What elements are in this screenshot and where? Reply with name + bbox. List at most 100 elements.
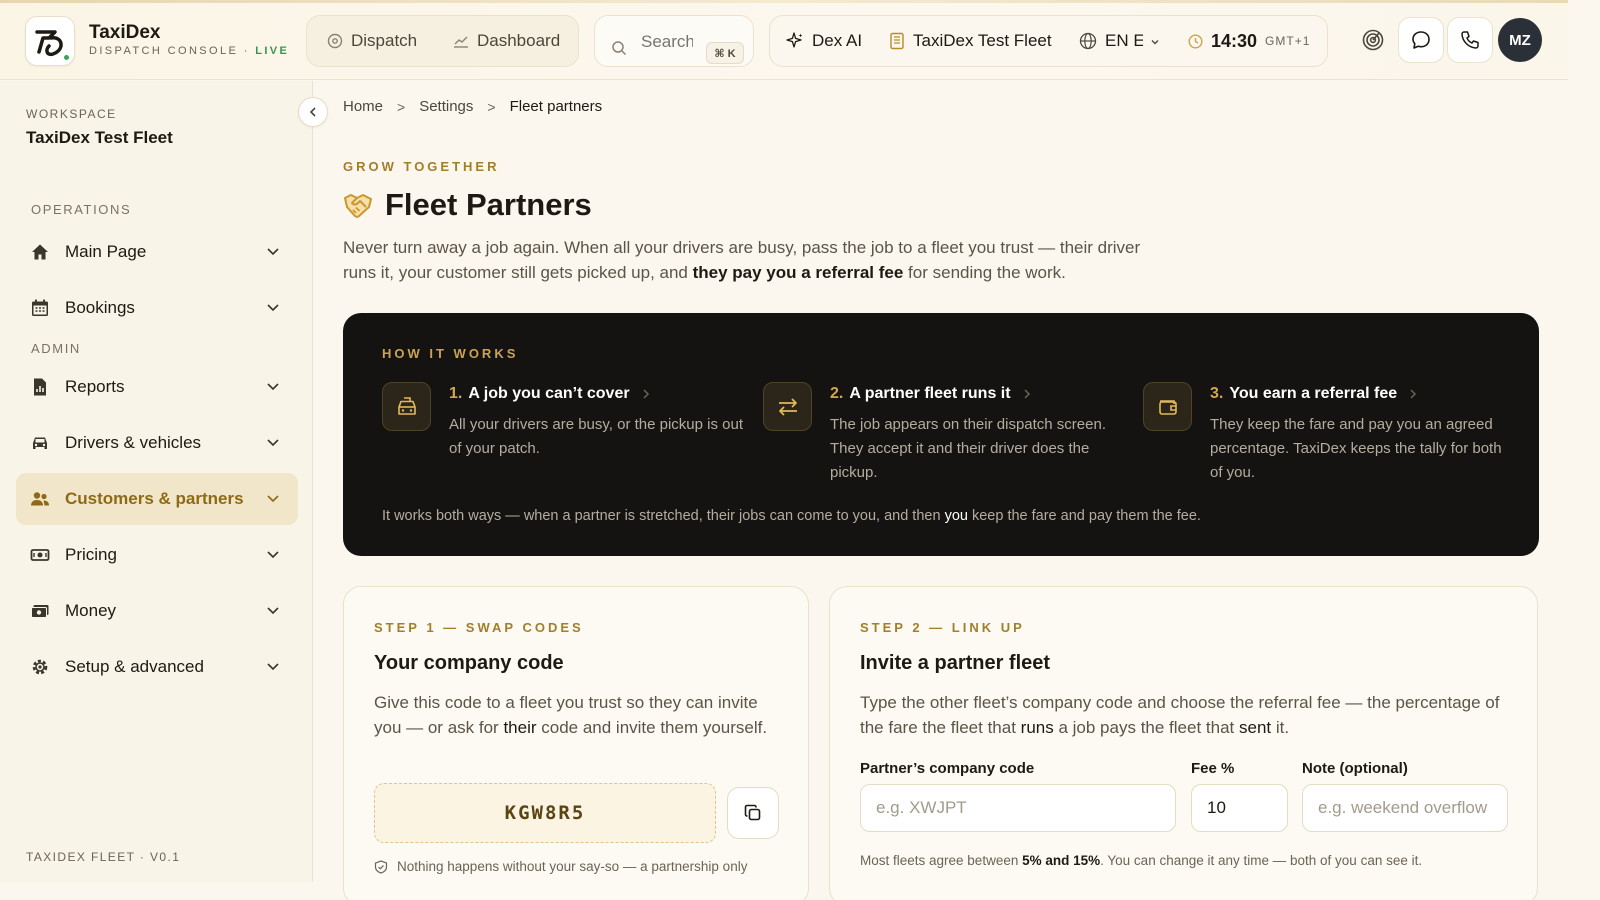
breadcrumb-settings[interactable]: Settings [419, 98, 473, 115]
card-desc-text: code and invite them yourself. [536, 718, 768, 737]
search-shortcut: ⌘ K [706, 42, 744, 64]
taxidex-logo[interactable] [25, 16, 75, 66]
how-step-title-text: A partner fleet runs it [849, 385, 1011, 402]
breadcrumb-separator: > [487, 98, 496, 115]
card-description: Type the other fleet’s company code and … [860, 690, 1500, 740]
chevron-left-icon [309, 107, 316, 117]
clock-timezone: GMT+1 [1265, 34, 1311, 48]
chevron-right-icon [643, 389, 649, 399]
search-icon [612, 41, 627, 56]
how-step-description: The job appears on their dispatch screen… [830, 416, 1106, 481]
sidebar-item-drivers-vehicles[interactable]: Drivers & vehicles [16, 417, 298, 469]
phone-icon [1461, 31, 1479, 49]
card-eyebrow: STEP 1 — SWAP CODES [374, 620, 584, 635]
taxi-icon [382, 382, 431, 431]
calendar-icon [32, 299, 48, 316]
sidebar-item-label: Bookings [65, 298, 135, 317]
search-input[interactable] [641, 30, 693, 54]
card-title: Invite a partner fleet [860, 652, 1051, 674]
home-icon [32, 244, 48, 260]
dispatch-icon [327, 33, 343, 49]
intro-text: for sending the work. [903, 263, 1066, 282]
card-desc-text: a job pays the fleet that [1053, 718, 1239, 737]
copy-icon [744, 804, 761, 821]
card-desc-emphasis: sent [1238, 718, 1272, 737]
how-step-description: They keep the fare and pay you an agreed… [1210, 416, 1502, 481]
brand-name: TaxiDex [89, 22, 161, 43]
chevron-down-icon [267, 383, 279, 391]
dex-ai-button[interactable]: Dex AI [786, 16, 862, 66]
sidebar-item-main-page[interactable]: Main Page [16, 226, 298, 278]
sidebar-item-money[interactable]: Money [16, 585, 298, 637]
sidebar-item-reports[interactable]: Reports [16, 361, 298, 413]
sidebar-item-bookings[interactable]: Bookings [16, 282, 298, 334]
card-description: Give this code to a fleet you trust so t… [374, 690, 784, 740]
card-title: Your company code [374, 652, 564, 674]
hint-text: . You can change it any time — both of y… [1100, 853, 1423, 868]
sidebar-item-label: Setup & advanced [65, 657, 204, 676]
partner-code-input[interactable] [860, 784, 1176, 832]
breadcrumb-home[interactable]: Home [343, 98, 383, 115]
collapse-sidebar-button[interactable] [298, 97, 328, 127]
sidebar-item-label: Reports [65, 377, 125, 396]
report-icon [34, 378, 46, 396]
messages-button[interactable] [1398, 17, 1444, 63]
nav-dispatch[interactable]: Dispatch [327, 16, 417, 66]
sidebar-item-label: Money [65, 601, 117, 620]
shield-check-icon [374, 859, 388, 874]
chevron-right-icon [1410, 389, 1417, 399]
sidebar-item-customers-partners[interactable]: Customers & partners [16, 473, 298, 525]
partner-code-label: Partner’s company code [860, 760, 1035, 777]
how-step-title[interactable]: 3. You earn a referral fee [1210, 385, 1417, 403]
sidebar-item-pricing[interactable]: Pricing [16, 529, 298, 581]
user-avatar[interactable]: MZ [1498, 18, 1542, 62]
card-note-text: Nothing happens without your say-so — a … [397, 859, 748, 874]
how-step-title[interactable]: 1. A job you can’t cover [449, 385, 650, 403]
car-icon [33, 437, 47, 449]
how-it-works-label: HOW IT WORKS [382, 346, 519, 361]
how-step-title-text: A job you can’t cover [468, 385, 630, 402]
hint-emphasis: 5% and 15% [1022, 853, 1101, 868]
app-version: TAXIDEX FLEET · V0.1 [26, 850, 181, 864]
how-step-number: 1. [449, 385, 463, 402]
nav-dashboard[interactable]: Dashboard [453, 16, 560, 66]
invite-partner-card: STEP 2 — LINK UP Invite a partner fleet … [829, 586, 1538, 900]
building-icon [890, 32, 904, 50]
swap-arrows-icon [778, 397, 797, 416]
copy-code-button[interactable] [727, 787, 779, 839]
breadcrumb: Home > Settings > Fleet partners [343, 98, 602, 115]
footnote-emphasis: you [944, 508, 968, 524]
fee-label: Fee % [1191, 760, 1235, 777]
chat-bubble-icon [1412, 31, 1430, 49]
how-step-number: 3. [1210, 385, 1224, 402]
how-it-works-panel: HOW IT WORKS 1. A job you can’t cover Al… [343, 313, 1539, 556]
gear-icon [32, 659, 48, 675]
chevron-down-icon [267, 495, 279, 503]
how-step-title[interactable]: 2. A partner fleet runs it [830, 385, 1031, 403]
chevron-down-icon [267, 551, 279, 559]
card-desc-text: it. [1271, 718, 1290, 737]
chevron-down-icon[interactable] [1150, 38, 1160, 46]
sidebar-item-label: Customers & partners [65, 489, 244, 508]
sidebar-item-label: Main Page [65, 242, 147, 261]
nav-dispatch-label: Dispatch [351, 31, 418, 50]
chart-line-icon [454, 36, 468, 48]
language-label: EN En [1105, 31, 1143, 50]
hint-text: Most fleets agree between [860, 853, 1023, 868]
clock-time: 14:30 [1211, 30, 1258, 51]
workspace-label: WORKSPACE [26, 107, 117, 121]
activity-button[interactable] [1350, 17, 1396, 63]
workspace-name[interactable]: TaxiDex Test Fleet [26, 128, 173, 148]
card-note: Nothing happens without your say-so — a … [374, 859, 747, 874]
top-bar: TaxiDex DISPATCH CONSOLE · LIVE Dispatch… [0, 0, 1568, 80]
sidebar-item-setup-advanced[interactable]: Setup & advanced [16, 641, 298, 693]
fee-input[interactable] [1191, 784, 1288, 832]
fleet-switcher[interactable]: TaxiDex Test Fleet [889, 16, 1052, 66]
company-code[interactable]: KGW8R5 [374, 783, 716, 843]
operations-label: OPERATIONS [31, 202, 132, 217]
breadcrumb-separator: > [397, 98, 406, 115]
chevron-down-icon [267, 663, 279, 671]
clock-icon [1188, 33, 1203, 49]
phone-button[interactable] [1447, 17, 1493, 63]
note-input[interactable] [1302, 784, 1508, 832]
